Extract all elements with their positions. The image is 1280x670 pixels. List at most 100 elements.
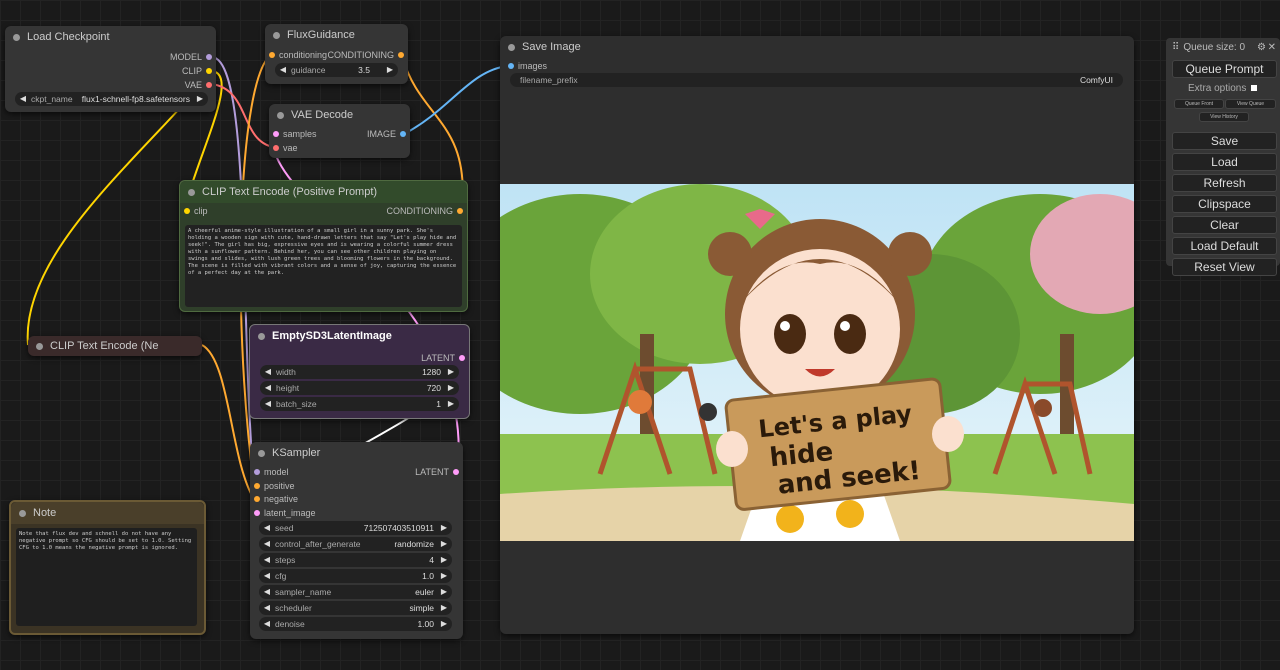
input-port-icon[interactable] xyxy=(254,510,260,516)
increment-arrow-icon[interactable]: ▶ xyxy=(438,617,450,631)
decrement-arrow-icon[interactable]: ◀ xyxy=(17,92,29,106)
output-conditioning[interactable]: CONDITIONING xyxy=(314,48,408,62)
increment-arrow-icon[interactable]: ▶ xyxy=(384,63,396,77)
input-samples[interactable]: samples xyxy=(269,127,343,141)
input-port-icon[interactable] xyxy=(254,496,260,502)
decrement-arrow-icon[interactable]: ◀ xyxy=(261,569,273,583)
prompt-textarea[interactable]: A cheerful anime-style illustration of a… xyxy=(185,225,462,307)
width-widget[interactable]: ◀ width 1280 ▶ xyxy=(260,365,459,379)
increment-arrow-icon[interactable]: ▶ xyxy=(438,537,450,551)
load-checkpoint-node[interactable]: Load Checkpoint MODEL CLIP VAE ◀ ckpt_na… xyxy=(5,26,216,112)
collapse-dot-icon[interactable] xyxy=(273,32,280,39)
input-model[interactable]: model xyxy=(250,465,344,479)
input-positive[interactable]: positive xyxy=(250,479,344,493)
decrement-arrow-icon[interactable]: ◀ xyxy=(261,537,273,551)
scheduler-widget[interactable]: ◀ scheduler simple ▶ xyxy=(259,601,452,615)
cfg-widget[interactable]: ◀ cfg 1.0 ▶ xyxy=(259,569,452,583)
input-port-icon[interactable] xyxy=(254,483,260,489)
clip-text-encode-positive-node[interactable]: CLIP Text Encode (Positive Prompt) clip … xyxy=(179,180,468,312)
node-title-bar[interactable]: CLIP Text Encode (Positive Prompt) xyxy=(180,181,467,203)
increment-arrow-icon[interactable]: ▶ xyxy=(438,569,450,583)
seed-widget[interactable]: ◀ seed 712507403510911 ▶ xyxy=(259,521,452,535)
decrement-arrow-icon[interactable]: ◀ xyxy=(261,521,273,535)
batch-size-widget[interactable]: ◀ batch_size 1 ▶ xyxy=(260,397,459,411)
output-port-icon[interactable] xyxy=(206,82,212,88)
queue-prompt-button[interactable]: Queue Prompt xyxy=(1172,60,1277,78)
node-title-bar[interactable]: Note xyxy=(11,502,204,524)
decrement-arrow-icon[interactable]: ◀ xyxy=(261,617,273,631)
collapse-dot-icon[interactable] xyxy=(188,189,195,196)
clipspace-button[interactable]: Clipspace xyxy=(1172,195,1277,213)
node-title-bar[interactable]: FluxGuidance xyxy=(265,24,408,46)
output-conditioning[interactable]: CONDITIONING xyxy=(353,204,467,218)
increment-arrow-icon[interactable]: ▶ xyxy=(438,601,450,615)
collapse-dot-icon[interactable] xyxy=(13,34,20,41)
guidance-widget[interactable]: ◀ guidance 3.5 ▶ xyxy=(275,63,398,77)
control-after-generate-widget[interactable]: ◀ control_after_generate randomize ▶ xyxy=(259,537,452,551)
increment-arrow-icon[interactable]: ▶ xyxy=(445,365,457,379)
ckpt-name-widget[interactable]: ◀ ckpt_name flux1-schnell-fp8.safetensor… xyxy=(15,92,208,106)
output-port-icon[interactable] xyxy=(398,52,404,58)
collapse-dot-icon[interactable] xyxy=(36,343,43,350)
collapse-dot-icon[interactable] xyxy=(19,510,26,517)
height-widget[interactable]: ◀ height 720 ▶ xyxy=(260,381,459,395)
output-port-icon[interactable] xyxy=(400,131,406,137)
load-button[interactable]: Load xyxy=(1172,153,1277,171)
decrement-arrow-icon[interactable]: ◀ xyxy=(261,601,273,615)
node-title-bar[interactable]: Load Checkpoint xyxy=(5,26,216,48)
decrement-arrow-icon[interactable]: ◀ xyxy=(261,553,273,567)
save-button[interactable]: Save xyxy=(1172,132,1277,150)
input-port-icon[interactable] xyxy=(254,469,260,475)
view-queue-button[interactable]: View Queue xyxy=(1225,99,1276,109)
node-title-bar[interactable]: CLIP Text Encode (Ne xyxy=(28,336,202,356)
gear-icon[interactable]: ⚙ xyxy=(1257,42,1266,53)
queue-front-button[interactable]: Queue Front xyxy=(1174,99,1224,109)
collapse-dot-icon[interactable] xyxy=(258,450,265,457)
node-title-bar[interactable]: KSampler xyxy=(250,442,463,464)
increment-arrow-icon[interactable]: ▶ xyxy=(438,553,450,567)
input-clip[interactable]: clip xyxy=(180,204,254,218)
output-image-preview[interactable]: Let's a play hide and seek! xyxy=(500,184,1134,541)
output-model[interactable]: MODEL xyxy=(82,50,216,64)
refresh-button[interactable]: Refresh xyxy=(1172,174,1277,192)
empty-sd3-latent-image-node[interactable]: EmptySD3LatentImage LATENT ◀ width 1280 … xyxy=(249,324,470,419)
output-port-icon[interactable] xyxy=(459,355,465,361)
note-node[interactable]: Note Note that flux dev and schnell do n… xyxy=(9,500,206,635)
save-image-node[interactable]: Save Image images filename_prefix ComfyU… xyxy=(500,36,1134,634)
sampler-name-widget[interactable]: ◀ sampler_name euler ▶ xyxy=(259,585,452,599)
increment-arrow-icon[interactable]: ▶ xyxy=(194,92,206,106)
decrement-arrow-icon[interactable]: ◀ xyxy=(277,63,289,77)
clip-text-encode-negative-node[interactable]: CLIP Text Encode (Ne xyxy=(28,336,202,356)
denoise-widget[interactable]: ◀ denoise 1.00 ▶ xyxy=(259,617,452,631)
node-title-bar[interactable]: Save Image xyxy=(500,36,1134,58)
output-latent[interactable]: LATENT xyxy=(395,351,469,365)
increment-arrow-icon[interactable]: ▶ xyxy=(438,521,450,535)
output-latent[interactable]: LATENT xyxy=(389,465,463,479)
input-negative[interactable]: negative xyxy=(250,492,344,506)
decrement-arrow-icon[interactable]: ◀ xyxy=(262,381,274,395)
steps-widget[interactable]: ◀ steps 4 ▶ xyxy=(259,553,452,567)
reset-view-button[interactable]: Reset View xyxy=(1172,258,1277,276)
input-vae[interactable]: vae xyxy=(269,141,343,155)
input-port-icon[interactable] xyxy=(273,145,279,151)
decrement-arrow-icon[interactable]: ◀ xyxy=(261,585,273,599)
note-textarea[interactable]: Note that flux dev and schnell do not ha… xyxy=(16,528,197,626)
drag-handle-icon[interactable]: ⠿ xyxy=(1172,42,1179,53)
flux-guidance-node[interactable]: FluxGuidance conditioning CONDITIONING ◀… xyxy=(265,24,408,84)
input-port-icon[interactable] xyxy=(269,52,275,58)
output-port-icon[interactable] xyxy=(453,469,459,475)
node-title-bar[interactable]: VAE Decode xyxy=(269,104,410,126)
decrement-arrow-icon[interactable]: ◀ xyxy=(262,365,274,379)
ksampler-node[interactable]: KSampler model positive negative latent_… xyxy=(250,442,463,639)
output-image[interactable]: IMAGE xyxy=(336,127,410,141)
output-clip[interactable]: CLIP xyxy=(82,64,216,78)
view-history-button[interactable]: View History xyxy=(1199,112,1249,122)
input-images[interactable]: images xyxy=(504,59,598,73)
increment-arrow-icon[interactable]: ▶ xyxy=(445,381,457,395)
input-latent-image[interactable]: latent_image xyxy=(250,506,344,520)
output-vae[interactable]: VAE xyxy=(82,78,216,92)
node-title-bar[interactable]: EmptySD3LatentImage xyxy=(250,325,469,347)
clear-button[interactable]: Clear xyxy=(1172,216,1277,234)
output-port-icon[interactable] xyxy=(457,208,463,214)
increment-arrow-icon[interactable]: ▶ xyxy=(445,397,457,411)
